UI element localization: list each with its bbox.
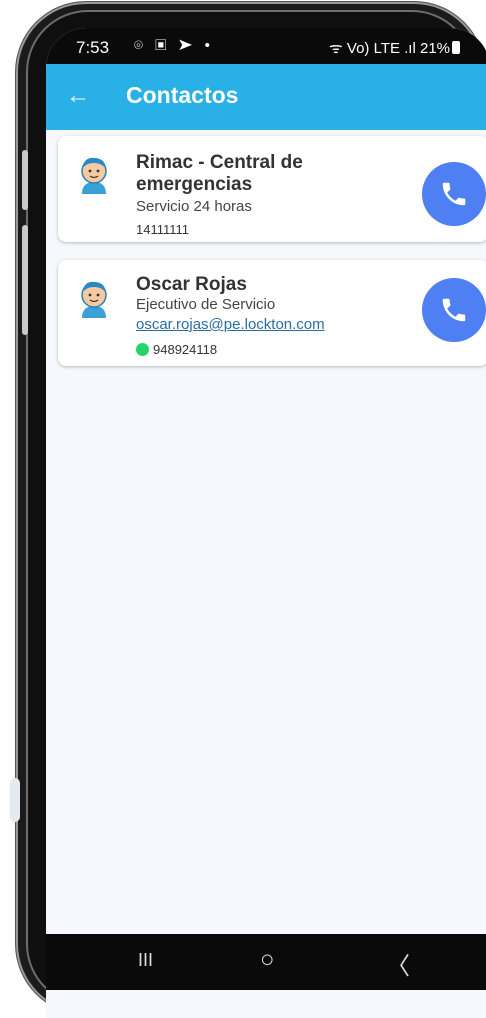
system-nav-bar: III ○ 〈 bbox=[46, 934, 486, 990]
phone-icon bbox=[442, 298, 466, 322]
screen: 7:53 ⌾ ▣ ➤ • ᯤ Vo) LTE .ıl 21% ← Contact… bbox=[46, 28, 486, 1018]
battery-icon bbox=[452, 41, 460, 54]
whatsapp-icon bbox=[136, 343, 149, 356]
recents-icon[interactable]: III bbox=[138, 950, 153, 971]
contact-phone[interactable]: 948924118 bbox=[136, 342, 217, 357]
contact-phone-number: 948924118 bbox=[153, 342, 218, 357]
volume-button bbox=[22, 225, 28, 335]
avatar-icon bbox=[81, 281, 107, 318]
contact-name: Oscar Rojas bbox=[136, 274, 247, 295]
contact-name: Rimac - Central de emergencias bbox=[136, 152, 303, 195]
avatar-icon bbox=[81, 157, 107, 194]
contact-phone-number: 14111111 bbox=[136, 222, 190, 237]
call-button[interactable] bbox=[422, 162, 486, 226]
status-bar: 7:53 ⌾ ▣ ➤ • ᯤ Vo) LTE .ıl 21% bbox=[46, 28, 486, 64]
contact-card[interactable]: Rimac - Central de emergencias Servicio … bbox=[58, 136, 486, 242]
status-time: 7:53 bbox=[76, 38, 110, 57]
back-nav-icon[interactable]: 〈 bbox=[386, 946, 410, 981]
call-button[interactable] bbox=[422, 278, 486, 342]
contact-subtitle: Servicio 24 horas bbox=[136, 198, 252, 215]
home-icon[interactable]: ○ bbox=[260, 946, 275, 974]
signal-battery-text: ᯤ Vo) LTE .ıl 21% bbox=[329, 40, 450, 57]
app-bar: ← Contactos bbox=[46, 64, 486, 130]
contact-subtitle: Ejecutivo de Servicio bbox=[136, 296, 276, 313]
volume-button bbox=[22, 150, 28, 210]
contact-card[interactable]: Oscar Rojas Ejecutivo de Servicio oscar.… bbox=[58, 260, 486, 366]
contact-email-link[interactable]: oscar.rojas@pe.lockton.com bbox=[136, 316, 325, 333]
page-title: Contactos bbox=[126, 82, 239, 108]
status-right: ᯤ Vo) LTE .ıl 21% bbox=[329, 38, 460, 58]
back-arrow-icon[interactable]: ← bbox=[66, 82, 90, 110]
phone-icon bbox=[442, 182, 466, 206]
notification-icons: ⌾ ▣ ➤ • bbox=[134, 37, 214, 54]
contact-phone[interactable]: 14111111 bbox=[136, 222, 189, 237]
edge-indicator bbox=[10, 778, 20, 822]
